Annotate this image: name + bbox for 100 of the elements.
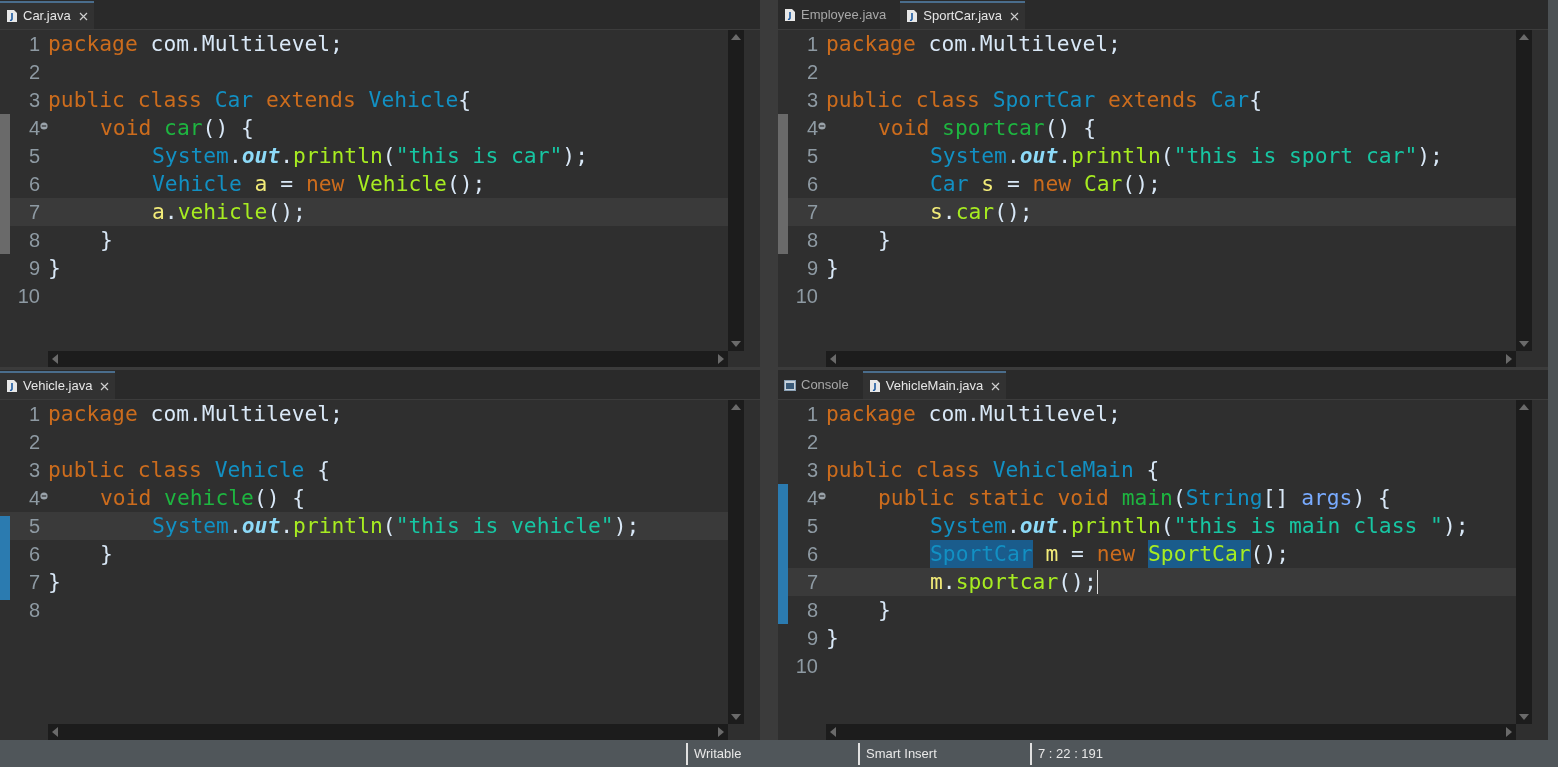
line-number: 3 bbox=[28, 88, 40, 113]
line-number: 2 bbox=[28, 60, 40, 85]
java-file-icon bbox=[6, 379, 18, 393]
line-number: 4 bbox=[28, 486, 40, 511]
collapse-icon[interactable] bbox=[818, 122, 826, 130]
line-number: 2 bbox=[806, 430, 818, 455]
scroll-left-icon[interactable] bbox=[830, 354, 836, 364]
line-number: 4 bbox=[28, 116, 40, 141]
horizontal-scrollbar[interactable] bbox=[48, 351, 728, 367]
editor-tab[interactable]: VehicleMain.java bbox=[862, 371, 1007, 399]
scroll-up-icon[interactable] bbox=[731, 404, 741, 410]
horizontal-scrollbar[interactable] bbox=[48, 724, 728, 740]
status-text: Smart Insert bbox=[866, 744, 937, 763]
line-number: 10 bbox=[17, 284, 40, 309]
scroll-up-icon[interactable] bbox=[1519, 34, 1529, 40]
line-number: 5 bbox=[28, 144, 40, 169]
code-line: public class Vehicle { bbox=[48, 456, 331, 484]
editor-tab[interactable]: SportCar.java bbox=[900, 1, 1026, 29]
collapse-icon[interactable] bbox=[818, 492, 826, 500]
scroll-down-icon[interactable] bbox=[731, 714, 741, 720]
line-number: 7 bbox=[28, 570, 40, 595]
line-number: 9 bbox=[28, 256, 40, 281]
code-line: } bbox=[878, 596, 891, 624]
code-line: void car() { bbox=[100, 114, 254, 142]
scroll-up-icon[interactable] bbox=[731, 34, 741, 40]
vertical-scrollbar[interactable] bbox=[728, 30, 744, 351]
scroll-right-icon[interactable] bbox=[1506, 727, 1512, 737]
code-line: Car s = new Car(); bbox=[930, 170, 1161, 198]
code-line: } bbox=[878, 226, 891, 254]
code-line: System.out.println("this is sport car"); bbox=[930, 142, 1443, 170]
code-line: System.out.println("this is car"); bbox=[152, 142, 588, 170]
code-line: Vehicle a = new Vehicle(); bbox=[152, 170, 486, 198]
line-number: 4 bbox=[806, 486, 818, 511]
code-line: package com.Multilevel; bbox=[48, 400, 343, 428]
line-number: 6 bbox=[28, 172, 40, 197]
line-number: 9 bbox=[806, 256, 818, 281]
vertical-scrollbar[interactable] bbox=[1516, 30, 1532, 351]
line-number: 10 bbox=[795, 654, 818, 679]
editor-tab[interactable]: Vehicle.java bbox=[0, 371, 116, 399]
line-number: 6 bbox=[806, 172, 818, 197]
line-number: 3 bbox=[806, 88, 818, 113]
code-line: } bbox=[48, 254, 61, 282]
line-number: 1 bbox=[806, 32, 818, 57]
line-number: 6 bbox=[806, 542, 818, 567]
scroll-down-icon[interactable] bbox=[1519, 714, 1529, 720]
line-number: 5 bbox=[28, 514, 40, 539]
scroll-left-icon[interactable] bbox=[52, 727, 58, 737]
code-line: package com.Multilevel; bbox=[826, 30, 1121, 58]
line-number: 4 bbox=[806, 116, 818, 141]
code-line: m.sportcar(); bbox=[930, 568, 1098, 596]
line-number: 7 bbox=[806, 570, 818, 595]
code-line: public class SportCar extends Car{ bbox=[826, 86, 1262, 114]
line-number: 8 bbox=[28, 598, 40, 623]
code-line: } bbox=[100, 540, 113, 568]
java-file-icon bbox=[906, 9, 919, 23]
scroll-right-icon[interactable] bbox=[1506, 354, 1512, 364]
code-line: void sportcar() { bbox=[878, 114, 1096, 142]
scroll-left-icon[interactable] bbox=[52, 354, 58, 364]
line-number: 6 bbox=[28, 542, 40, 567]
line-number: 10 bbox=[795, 284, 818, 309]
code-line: public class Car extends Vehicle{ bbox=[48, 86, 472, 114]
editor-tab[interactable]: Car.java bbox=[0, 1, 94, 29]
line-number: 7 bbox=[806, 200, 818, 225]
code-line: } bbox=[100, 226, 113, 254]
close-icon[interactable] bbox=[78, 11, 88, 21]
scroll-right-icon[interactable] bbox=[718, 354, 724, 364]
editor-tab[interactable]: Console bbox=[778, 371, 855, 399]
collapse-icon[interactable] bbox=[40, 492, 48, 500]
close-icon[interactable] bbox=[991, 381, 1001, 391]
code-line: a.vehicle(); bbox=[152, 198, 306, 226]
line-number: 8 bbox=[28, 228, 40, 253]
code-line: package com.Multilevel; bbox=[826, 400, 1121, 428]
scroll-down-icon[interactable] bbox=[1519, 341, 1529, 347]
scroll-left-icon[interactable] bbox=[830, 727, 836, 737]
line-number: 8 bbox=[806, 598, 818, 623]
scroll-up-icon[interactable] bbox=[1519, 404, 1529, 410]
line-number: 1 bbox=[28, 402, 40, 427]
vertical-scrollbar[interactable] bbox=[1516, 400, 1532, 724]
line-number: 7 bbox=[28, 200, 40, 225]
line-number: 3 bbox=[28, 458, 40, 483]
java-file-icon bbox=[6, 9, 18, 23]
line-number: 2 bbox=[28, 430, 40, 455]
close-icon[interactable] bbox=[100, 381, 110, 391]
code-line: } bbox=[48, 568, 61, 596]
horizontal-scrollbar[interactable] bbox=[826, 724, 1516, 740]
collapse-icon[interactable] bbox=[40, 122, 48, 130]
vertical-scrollbar[interactable] bbox=[728, 400, 744, 724]
horizontal-scrollbar[interactable] bbox=[826, 351, 1516, 367]
scroll-down-icon[interactable] bbox=[731, 341, 741, 347]
code-line: s.car(); bbox=[930, 198, 1033, 226]
code-line: } bbox=[826, 624, 839, 652]
line-number: 9 bbox=[806, 626, 818, 651]
code-line: public static void main(String[] args) { bbox=[878, 484, 1391, 512]
line-number: 5 bbox=[806, 144, 818, 169]
code-line: void vehicle() { bbox=[100, 484, 306, 512]
close-icon[interactable] bbox=[1010, 11, 1020, 21]
scroll-right-icon[interactable] bbox=[718, 727, 724, 737]
code-line: package com.Multilevel; bbox=[48, 30, 343, 58]
line-number: 5 bbox=[806, 514, 818, 539]
editor-tab[interactable]: Employee.java bbox=[778, 1, 893, 29]
